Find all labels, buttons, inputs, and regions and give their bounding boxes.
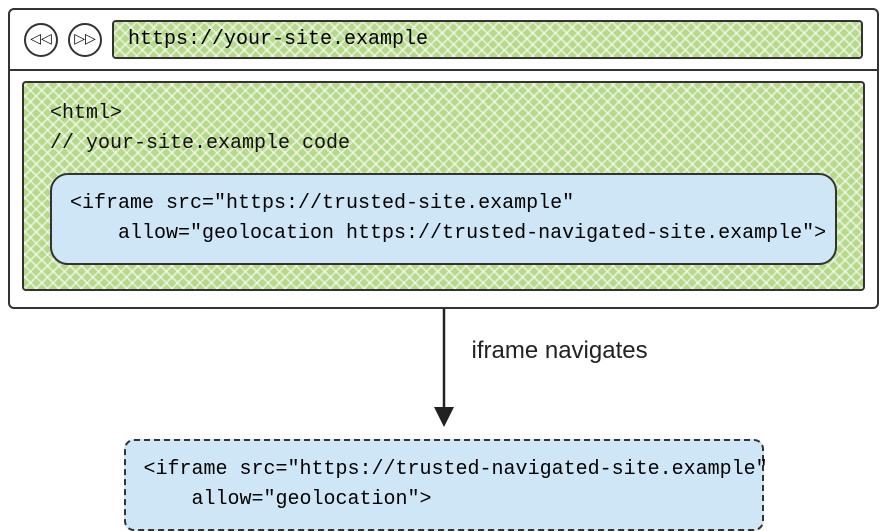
- back-button[interactable]: ◁◁: [24, 23, 58, 57]
- forward-icon: ▷▷: [74, 31, 96, 48]
- arrow-label: iframe navigates: [472, 337, 648, 365]
- iframe-navigated: <iframe src="https://trusted-navigated-s…: [124, 439, 764, 531]
- page-code: <html> // your-site.example code: [50, 99, 843, 159]
- navigation-arrow: iframe navigates: [8, 309, 879, 439]
- back-icon: ◁◁: [30, 31, 52, 48]
- browser-titlebar: ◁◁ ▷▷ https://your-site.example: [10, 10, 877, 71]
- arrow-down-icon: [424, 309, 464, 429]
- page-first-party: <html> // your-site.example code <iframe…: [22, 81, 865, 291]
- browser-window: ◁◁ ▷▷ https://your-site.example <html> /…: [8, 8, 879, 309]
- forward-button[interactable]: ▷▷: [68, 23, 102, 57]
- iframe-original: <iframe src="https://trusted-site.exampl…: [50, 173, 837, 265]
- address-bar[interactable]: https://your-site.example: [112, 20, 863, 59]
- browser-viewport: <html> // your-site.example code <iframe…: [10, 71, 877, 307]
